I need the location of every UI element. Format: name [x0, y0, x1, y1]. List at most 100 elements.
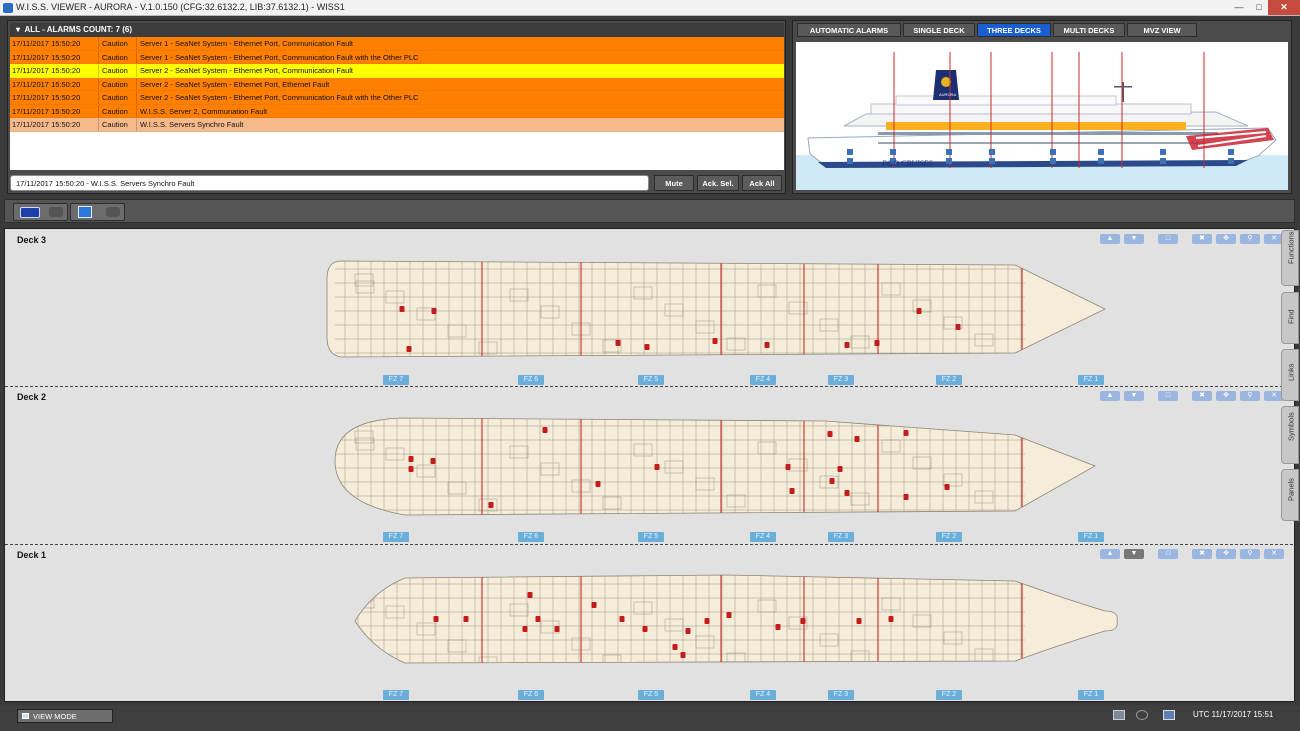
side-tab-panels[interactable]: Panels	[1281, 469, 1299, 521]
pan-button[interactable]: ✥	[1216, 391, 1236, 401]
alarm-symbol-icon[interactable]	[800, 618, 806, 624]
fire-zone-label[interactable]: FZ 2	[936, 532, 962, 542]
camera-view-button[interactable]: □	[1158, 549, 1178, 559]
fire-zone-label[interactable]: FZ 6	[518, 532, 544, 542]
alarm-symbol-icon[interactable]	[430, 458, 436, 464]
fire-zone-label[interactable]: FZ 2	[936, 690, 962, 700]
alarm-symbol-icon[interactable]	[642, 626, 648, 632]
alarm-symbol-icon[interactable]	[726, 612, 732, 618]
alarm-symbol-icon[interactable]	[685, 628, 691, 634]
alarm-symbol-icon[interactable]	[837, 466, 843, 472]
alarm-symbol-icon[interactable]	[431, 308, 437, 314]
fire-zone-label[interactable]: FZ 5	[638, 532, 664, 542]
alarm-symbol-icon[interactable]	[527, 592, 533, 598]
maximize-button[interactable]: □	[1250, 0, 1268, 15]
tab-single-deck[interactable]: SINGLE DECK	[903, 23, 975, 37]
alarm-symbol-icon[interactable]	[554, 626, 560, 632]
alarm-symbol-icon[interactable]	[775, 624, 781, 630]
alarm-symbol-icon[interactable]	[955, 324, 961, 330]
deck-plan-1[interactable]	[335, 572, 1118, 684]
fire-zone-label[interactable]: FZ 3	[828, 375, 854, 385]
tab-three-decks[interactable]: THREE DECKS	[977, 23, 1051, 37]
book-toggle-button[interactable]	[70, 203, 125, 221]
alarm-symbol-icon[interactable]	[619, 616, 625, 622]
alarm-symbol-icon[interactable]	[916, 308, 922, 314]
fit-view-button[interactable]: ✖	[1192, 549, 1212, 559]
deck-up-button[interactable]: ▲	[1100, 391, 1120, 401]
alarm-symbol-icon[interactable]	[399, 306, 405, 312]
alarm-symbol-icon[interactable]	[522, 626, 528, 632]
tab-automatic-alarms[interactable]: AUTOMATIC ALARMS	[797, 23, 901, 37]
alarm-row[interactable]: 17/11/2017 15:50:20 Caution Server 1 - Sea…	[10, 37, 784, 51]
fire-zone-label[interactable]: FZ 5	[638, 375, 664, 385]
fire-zone-label[interactable]: FZ 4	[750, 690, 776, 700]
alarm-row[interactable]: 17/11/2017 15:50:20 Caution W.I.S.S. Serve…	[10, 118, 784, 132]
fire-zone-label[interactable]: FZ 2	[936, 375, 962, 385]
zoom-button[interactable]: ⚲	[1240, 234, 1260, 244]
fire-zone-label[interactable]: FZ 3	[828, 690, 854, 700]
close-deck-button[interactable]: ✕	[1264, 549, 1284, 559]
fire-zone-label[interactable]: FZ 3	[828, 532, 854, 542]
alarm-symbol-icon[interactable]	[408, 466, 414, 472]
alarm-symbol-icon[interactable]	[764, 342, 770, 348]
alarm-symbol-icon[interactable]	[542, 427, 548, 433]
fire-zone-label[interactable]: FZ 5	[638, 690, 664, 700]
alarm-list-header[interactable]: ▾ ALL - ALARMS COUNT: 7 (6)	[10, 23, 784, 37]
alarm-symbol-icon[interactable]	[644, 344, 650, 350]
alarm-symbol-icon[interactable]	[903, 430, 909, 436]
alarm-symbol-icon[interactable]	[704, 618, 710, 624]
fire-zone-label[interactable]: FZ 7	[383, 375, 409, 385]
alarm-symbol-icon[interactable]	[680, 652, 686, 658]
fire-zone-label[interactable]: FZ 7	[383, 532, 409, 542]
alarm-symbol-icon[interactable]	[785, 464, 791, 470]
alarm-row[interactable]: 17/11/2017 15:50:20 Caution Server 1 - Sea…	[10, 50, 784, 64]
alarm-symbol-icon[interactable]	[827, 431, 833, 437]
alarm-row[interactable]: 17/11/2017 15:50:20 Caution W.I.S.S. Serve…	[10, 104, 784, 118]
alarm-symbol-icon[interactable]	[591, 602, 597, 608]
alarm-symbol-icon[interactable]	[408, 456, 414, 462]
alarm-symbol-icon[interactable]	[463, 616, 469, 622]
tab-mvz-view[interactable]: MVZ VIEW	[1127, 23, 1197, 37]
fit-view-button[interactable]: ✖	[1192, 391, 1212, 401]
deck-plan-3[interactable]	[326, 257, 1106, 369]
alarm-symbol-icon[interactable]	[595, 481, 601, 487]
alarm-symbol-icon[interactable]	[874, 340, 880, 346]
deck-down-button[interactable]: ▼	[1124, 391, 1144, 401]
ack-all-button[interactable]: Ack All	[742, 175, 782, 191]
alarm-symbol-icon[interactable]	[844, 490, 850, 496]
zoom-button[interactable]: ⚲	[1240, 549, 1260, 559]
alarm-symbol-icon[interactable]	[712, 338, 718, 344]
side-tab-symbols[interactable]: Symbols	[1281, 406, 1299, 464]
alarm-symbol-icon[interactable]	[535, 616, 541, 622]
alarm-symbol-icon[interactable]	[854, 436, 860, 442]
camera-view-button[interactable]: □	[1158, 234, 1178, 244]
fire-zone-label[interactable]: FZ 4	[750, 532, 776, 542]
side-tab-functions[interactable]: Functions	[1281, 230, 1299, 286]
fire-zone-label[interactable]: FZ 6	[518, 375, 544, 385]
alarm-row[interactable]: 17/11/2017 15:50:20 Caution Server 2 - Sea…	[10, 77, 784, 91]
side-tab-find[interactable]: Find	[1281, 292, 1299, 344]
alarm-row[interactable]: 17/11/2017 15:50:20 Caution Server 2 - Sea…	[10, 64, 784, 78]
alarm-symbol-icon[interactable]	[672, 644, 678, 650]
ack-selected-button[interactable]: Ack. Sel.	[697, 175, 739, 191]
view-mode-button[interactable]: VIEW MODE	[17, 709, 113, 723]
side-tab-links[interactable]: Links	[1281, 349, 1299, 401]
ship-profile-view[interactable]: P&O CRUISES AURORA	[796, 42, 1288, 190]
pan-button[interactable]: ✥	[1216, 549, 1236, 559]
alarm-symbol-icon[interactable]	[856, 618, 862, 624]
fire-zone-label[interactable]: FZ 4	[750, 375, 776, 385]
fit-view-button[interactable]: ✖	[1192, 234, 1212, 244]
pan-button[interactable]: ✥	[1216, 234, 1236, 244]
close-button[interactable]: ✕	[1268, 0, 1300, 15]
alarm-symbol-icon[interactable]	[789, 488, 795, 494]
alarm-symbol-icon[interactable]	[903, 494, 909, 500]
alarm-symbol-icon[interactable]	[844, 342, 850, 348]
deck-up-button[interactable]: ▲	[1100, 234, 1120, 244]
fire-zone-label[interactable]: FZ 6	[518, 690, 544, 700]
fire-zone-label[interactable]: FZ 1	[1078, 375, 1104, 385]
alarm-symbol-icon[interactable]	[829, 478, 835, 484]
alarm-symbol-icon[interactable]	[488, 502, 494, 508]
alarm-symbol-icon[interactable]	[406, 346, 412, 352]
deck-down-button[interactable]: ▼	[1124, 549, 1144, 559]
alarm-symbol-icon[interactable]	[888, 616, 894, 622]
